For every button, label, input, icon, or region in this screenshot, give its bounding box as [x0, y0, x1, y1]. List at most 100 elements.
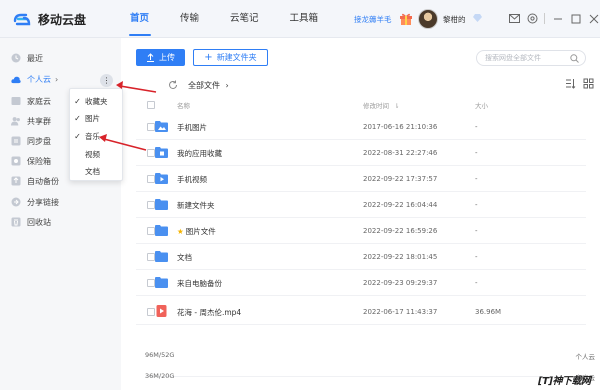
vip-diamond-icon[interactable] — [473, 14, 482, 22]
tab-toolbox[interactable]: 工具箱 — [290, 0, 319, 38]
share-icon — [11, 197, 21, 207]
table-row[interactable]: 来自电脑备份 2022-09-23 09:29:37 - — [136, 270, 586, 296]
search-input[interactable] — [485, 51, 575, 65]
sidebar-item-label: 回收站 — [27, 217, 51, 227]
table-row[interactable]: 手机视频 2022-09-22 17:37:57 - — [136, 166, 586, 192]
upload-button[interactable]: 上传 — [136, 49, 185, 66]
file-name-starred: ★ 图片文件 — [177, 226, 216, 237]
video-folder-icon — [155, 173, 168, 184]
close-icon[interactable] — [587, 12, 600, 25]
tab-notes[interactable]: 云笔记 — [230, 0, 259, 38]
row-checkbox[interactable] — [147, 308, 155, 316]
plus-icon: + — [204, 51, 213, 63]
more-options-button[interactable]: ⋮ — [100, 74, 113, 87]
table-row[interactable]: ★ 图片文件 2022-09-22 16:59:26 - — [136, 218, 586, 244]
video-file-icon — [156, 305, 167, 317]
column-header-name[interactable]: 名称 — [177, 100, 190, 110]
cloud-icon — [11, 74, 21, 84]
menu-item-documents[interactable]: 文档 — [70, 162, 124, 180]
breadcrumb[interactable]: 全部文件 › — [188, 80, 229, 91]
context-menu: ✓ 收藏夹 ✓ 图片 ✓ 音乐 视频 文档 — [69, 88, 123, 181]
sidebar-item-share-links[interactable]: 分享链接 — [0, 192, 121, 212]
file-date: 2022-09-23 09:29:37 — [363, 279, 438, 287]
row-checkbox[interactable] — [147, 149, 155, 157]
column-header-size[interactable]: 大小 — [475, 100, 488, 110]
row-checkbox[interactable] — [147, 279, 155, 287]
file-size: - — [475, 227, 478, 235]
storage-used: 36M/20G — [145, 372, 175, 380]
new-folder-button[interactable]: + 新建文件夹 — [193, 49, 268, 66]
top-bar: 移动云盘 首页 传输 云笔记 工具箱 接龙薅羊毛 黎柑的 — [0, 0, 600, 38]
file-date: 2017-06-16 21:10:36 — [363, 123, 438, 131]
view-switcher — [558, 78, 594, 89]
sort-icon[interactable] — [565, 78, 576, 89]
grid-view-icon[interactable] — [583, 78, 594, 89]
file-size: - — [475, 175, 478, 183]
safe-icon — [11, 156, 21, 166]
sidebar-item-recycle-bin[interactable]: 回收站 — [0, 212, 121, 232]
sidebar-item-label: 保险箱 — [27, 156, 51, 166]
username[interactable]: 黎柑的 — [443, 14, 466, 25]
column-header-modified[interactable]: 修改时间 ⇂ — [363, 100, 400, 110]
file-date: 2022-06-17 11:43:37 — [363, 308, 438, 316]
upload-icon — [147, 53, 154, 62]
file-date: 2022-09-22 16:59:26 — [363, 227, 438, 235]
row-checkbox[interactable] — [147, 123, 155, 131]
sidebar-item-label: 共享群 — [27, 116, 51, 126]
refresh-icon[interactable] — [168, 80, 178, 90]
table-row[interactable]: 花海 - 周杰伦.mp4 2022-06-17 11:43:37 36.96M — [136, 299, 586, 325]
file-size: - — [475, 123, 478, 131]
folder-icon — [155, 277, 168, 288]
file-size: - — [475, 149, 478, 157]
annotation-arrow — [119, 85, 157, 93]
promo-link[interactable]: 接龙薅羊毛 — [354, 14, 392, 25]
mail-icon[interactable] — [508, 12, 521, 25]
checkmark-icon: ✓ — [74, 131, 81, 141]
table-row[interactable]: 文档 2022-09-22 18:01:45 - — [136, 244, 586, 270]
avatar[interactable] — [418, 9, 438, 29]
file-name: 来自电脑备份 — [177, 279, 222, 288]
file-date: 2022-09-22 16:04:44 — [363, 201, 438, 209]
star-icon: ★ — [177, 227, 184, 236]
search-icon[interactable] — [570, 54, 579, 63]
minimize-icon[interactable] — [551, 12, 564, 25]
file-name: 新建文件夹 — [177, 201, 215, 210]
clock-icon — [11, 53, 21, 63]
row-checkbox[interactable] — [147, 227, 155, 235]
tab-transfer[interactable]: 传输 — [180, 0, 199, 38]
row-checkbox[interactable] — [147, 201, 155, 209]
menu-item-images[interactable]: ✓ 图片 — [70, 109, 124, 127]
menu-item-videos[interactable]: 视频 — [70, 145, 124, 163]
folder-icon — [155, 251, 168, 262]
menu-item-label: 收藏夹 — [85, 96, 108, 106]
menu-item-favorites[interactable]: ✓ 收藏夹 — [70, 92, 124, 110]
table-row[interactable]: 我的应用收藏 2022-08-31 22:27:46 - — [136, 140, 586, 166]
file-date: 2022-09-22 17:37:57 — [363, 175, 438, 183]
table-row[interactable]: 手机图片 2017-06-16 21:10:36 - — [136, 114, 586, 140]
column-header-label: 修改时间 — [363, 102, 389, 110]
sidebar-item-recent[interactable]: 最近 — [0, 48, 121, 68]
table-row[interactable]: 新建文件夹 2022-09-22 16:04:44 - — [136, 192, 586, 218]
chevron-right-icon: › — [55, 74, 59, 84]
upload-label: 上传 — [159, 53, 175, 62]
tab-home[interactable]: 首页 — [128, 0, 151, 38]
sidebar-item-label: 最近 — [27, 53, 43, 63]
main-nav: 首页 传输 云笔记 工具箱 — [128, 0, 349, 38]
menu-item-music[interactable]: ✓ 音乐 — [70, 127, 124, 145]
maximize-icon[interactable] — [569, 12, 582, 25]
row-checkbox[interactable] — [147, 253, 155, 261]
settings-icon[interactable] — [526, 12, 539, 25]
app-logo[interactable]: 移动云盘 — [12, 9, 86, 29]
breadcrumb-item: 全部文件 — [188, 81, 220, 90]
gift-icon[interactable] — [399, 12, 413, 25]
group-icon — [11, 116, 21, 126]
row-checkbox[interactable] — [147, 175, 155, 183]
sync-icon — [11, 136, 21, 146]
file-name: 我的应用收藏 — [177, 149, 222, 158]
file-date: 2022-09-22 18:01:45 — [363, 253, 438, 261]
sidebar-item-label: 家庭云 — [27, 96, 51, 106]
folder-icon — [155, 199, 168, 210]
select-all-checkbox[interactable] — [147, 101, 155, 109]
search-box — [476, 50, 586, 66]
file-name: 文档 — [177, 253, 192, 262]
